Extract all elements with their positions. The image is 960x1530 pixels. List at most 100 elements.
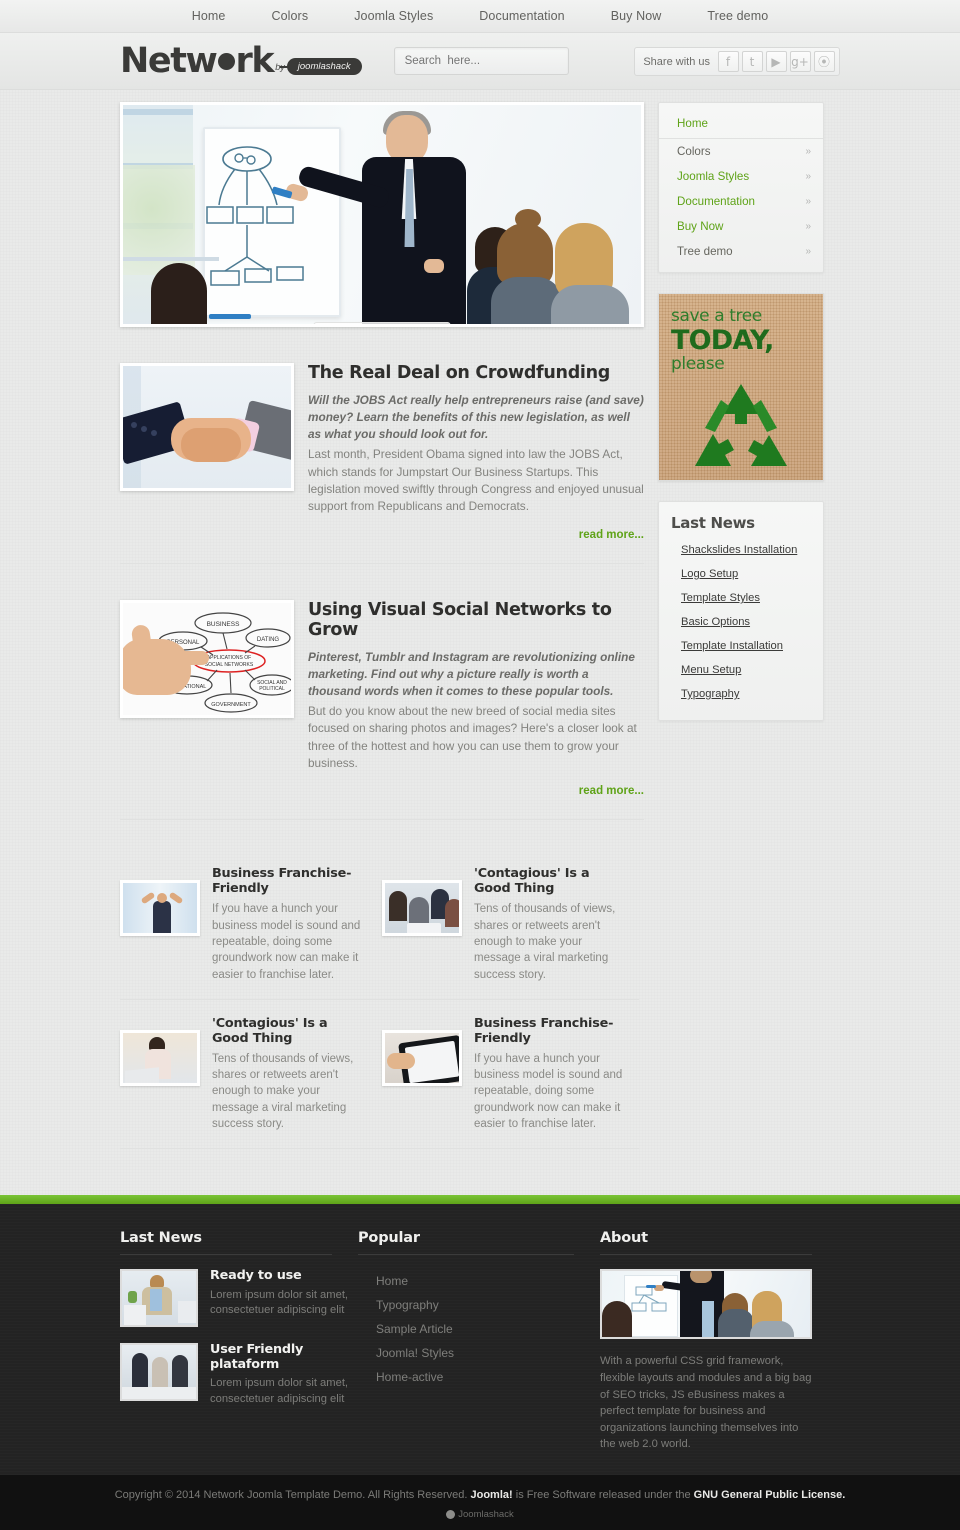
grid-item: 'Contagious' Is a Good Thing Tens of tho…: [382, 850, 644, 999]
grid-item-title[interactable]: Business Franchise-Friendly: [212, 866, 366, 896]
hero-slider[interactable]: ◀ ▶: [120, 102, 644, 327]
chevron-right-icon: »: [805, 171, 811, 182]
list-item[interactable]: Template Installation: [659, 634, 823, 658]
sidebar-item-colors[interactable]: Colors »: [659, 139, 823, 164]
grid-item-title[interactable]: 'Contagious' Is a Good Thing: [212, 1016, 366, 1046]
chevron-right-icon: »: [805, 196, 811, 207]
list-item[interactable]: Typography: [358, 1293, 594, 1317]
list-item[interactable]: Typography: [659, 682, 823, 706]
footer-popular-link[interactable]: Joomla! Styles: [358, 1341, 594, 1365]
list-item[interactable]: Template Styles: [659, 586, 823, 610]
googleplus-icon[interactable]: g+: [789, 51, 811, 72]
topnav-item-joomla-styles[interactable]: Joomla Styles: [331, 9, 456, 23]
save-a-tree-banner[interactable]: save a tree TODAY, please: [658, 293, 824, 481]
logo-text-part2: rk: [235, 40, 275, 81]
handshake-photo[interactable]: [120, 363, 294, 491]
grid-item: 'Contagious' Is a Good Thing Tens of tho…: [120, 1000, 382, 1149]
list-item[interactable]: Basic Options: [659, 610, 823, 634]
lastnews-link[interactable]: Basic Options: [659, 610, 823, 634]
search-input[interactable]: [393, 47, 569, 75]
team-standing-photo[interactable]: [120, 1343, 198, 1402]
grid-item-text: If you have a hunch your business model …: [212, 903, 361, 981]
sidebar-item-home[interactable]: Home: [659, 111, 823, 139]
lastnews-link[interactable]: Template Installation: [659, 634, 823, 658]
banner-line-1: save a tree: [671, 306, 762, 326]
license-link[interactable]: GNU General Public License.: [694, 1489, 846, 1501]
divider: [600, 1254, 812, 1256]
topnav-item-documentation[interactable]: Documentation: [456, 9, 587, 23]
svg-text:DATING: DATING: [257, 637, 280, 643]
sidebar-item-label: Colors: [677, 145, 711, 158]
grid-item-title[interactable]: 'Contagious' Is a Good Thing: [474, 866, 628, 896]
topnav-item-colors[interactable]: Colors: [248, 9, 331, 23]
list-item[interactable]: Home-active: [358, 1365, 594, 1389]
list-item[interactable]: Joomla! Styles: [358, 1341, 594, 1365]
slider-pagination[interactable]: ◀ ▶: [313, 322, 451, 324]
twitter-icon[interactable]: t: [741, 51, 763, 72]
footer-popular-link[interactable]: Home-active: [358, 1365, 594, 1389]
grid-item-text: Tens of thousands of views, shares or re…: [212, 1052, 354, 1131]
lastnews-link[interactable]: Shackslides Installation: [659, 538, 823, 562]
sidebar-item-documentation[interactable]: Documentation »: [659, 189, 823, 214]
accent-bar: [0, 1195, 960, 1205]
social-network-diagram-photo[interactable]: BUSINESS PERSONAL DATING APPLICATIONS OF…: [120, 599, 294, 718]
logo-text-part1: Netw: [120, 40, 218, 81]
svg-text:POLITICAL: POLITICAL: [259, 686, 285, 692]
rss-icon[interactable]: ⦿: [813, 51, 835, 72]
copyright-text-part2: is Free Software released under the: [512, 1488, 694, 1501]
site-footer: Last News Ready to use Lorem ipsum dolor…: [0, 1204, 960, 1475]
joomlashack-badge[interactable]: Joomlashack: [0, 1509, 960, 1520]
list-item[interactable]: Sample Article: [358, 1317, 594, 1341]
svg-text:GOVERNMENT: GOVERNMENT: [211, 702, 251, 708]
lastnews-link[interactable]: Menu Setup: [659, 658, 823, 682]
footer-about-text: With a powerful CSS grid framework, flex…: [600, 1355, 812, 1451]
list-item[interactable]: Menu Setup: [659, 658, 823, 682]
divider: [120, 1254, 332, 1256]
sidebar-item-joomla-styles[interactable]: Joomla Styles »: [659, 164, 823, 189]
topnav-item-home[interactable]: Home: [169, 9, 249, 23]
footer-popular-link[interactable]: Sample Article: [358, 1317, 594, 1341]
facebook-icon[interactable]: f: [717, 51, 739, 72]
grid-item-title[interactable]: Business Franchise-Friendly: [474, 1016, 628, 1046]
footer-popular-link[interactable]: Typography: [358, 1293, 594, 1317]
sidebar-item-tree-demo[interactable]: Tree demo »: [659, 239, 823, 264]
man-at-desk-photo[interactable]: [120, 1269, 198, 1328]
lastnews-link[interactable]: Logo Setup: [659, 562, 823, 586]
divider: [120, 1148, 639, 1150]
footer-popular-link[interactable]: Home: [358, 1269, 594, 1293]
lastnews-link[interactable]: Template Styles: [659, 586, 823, 610]
sidebar-item-buy-now[interactable]: Buy Now »: [659, 214, 823, 239]
topnav-item-buy-now[interactable]: Buy Now: [588, 9, 685, 23]
sidebar-item-label: Joomla Styles: [677, 170, 750, 183]
joomla-link[interactable]: Joomla!: [471, 1489, 513, 1501]
read-more-link[interactable]: read more...: [308, 785, 644, 797]
read-more-link[interactable]: read more...: [308, 529, 644, 541]
joomlashack-label: Joomlashack: [458, 1508, 514, 1520]
share-label: Share with us: [643, 55, 710, 68]
footer-news-text: Lorem ipsum dolor sit amet, consectetuer…: [210, 1377, 349, 1405]
article-grid: Business Franchise-Friendly If you have …: [120, 820, 644, 1150]
main-content-column: ◀ ▶ T: [120, 102, 644, 1150]
grid-item: Business Franchise-Friendly If you have …: [382, 1000, 644, 1149]
tablet-hand-photo[interactable]: [382, 1029, 462, 1086]
sidebar-item-label: Documentation: [677, 195, 755, 208]
article-title[interactable]: The Real Deal on Crowdfunding: [308, 363, 644, 383]
lastnews-link[interactable]: Typography: [659, 682, 823, 706]
list-item[interactable]: Logo Setup: [659, 562, 823, 586]
cheering-businessman-photo[interactable]: [120, 880, 200, 937]
youtube-icon[interactable]: ▶: [765, 51, 787, 72]
list-item[interactable]: Home: [358, 1269, 594, 1293]
topnav-item-tree-demo[interactable]: Tree demo: [684, 9, 791, 23]
list-item[interactable]: Shackslides Installation: [659, 538, 823, 562]
chevron-right-icon: »: [805, 246, 811, 257]
svg-text:SOCIAL NETWORKS: SOCIAL NETWORKS: [205, 662, 254, 668]
article-title[interactable]: Using Visual Social Networks to Grow: [308, 600, 644, 640]
team-meeting-photo[interactable]: [382, 880, 462, 937]
site-logo[interactable]: Netw rk by joomlashack: [120, 40, 362, 81]
woman-laptop-photo[interactable]: [120, 1029, 200, 1086]
recycle-icon: [695, 384, 787, 466]
article-item: BUSINESS PERSONAL DATING APPLICATIONS OF…: [120, 564, 644, 797]
footer-news-title[interactable]: User Friendly plataform: [210, 1343, 358, 1372]
footer-news-title[interactable]: Ready to use: [210, 1269, 358, 1284]
grid-item-text: Tens of thousands of views, shares or re…: [474, 903, 616, 981]
